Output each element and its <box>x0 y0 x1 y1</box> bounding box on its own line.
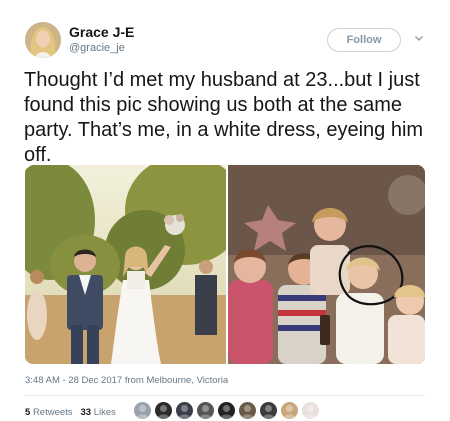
tweet-stats: 5 Retweets 33 Likes <box>25 407 116 418</box>
liker-avatar-icon[interactable] <box>260 402 277 419</box>
liker-avatar-icon[interactable] <box>197 402 214 419</box>
tweet-location[interactable]: Melbourne, Victoria <box>146 375 228 386</box>
liker-avatars <box>134 402 323 420</box>
tweet-timestamp[interactable]: 3:48 AM - 28 Dec 2017 <box>25 375 122 386</box>
meta-from-label: from <box>124 375 144 386</box>
retweets-stat[interactable]: 5 Retweets <box>25 407 73 418</box>
liker-avatar-icon[interactable] <box>302 402 319 419</box>
liker-avatar-icon[interactable] <box>239 402 256 419</box>
tweet-meta: 3:48 AM - 28 Dec 2017 from Melbourne, Vi… <box>25 375 228 386</box>
chevron-down-icon[interactable] <box>414 33 424 43</box>
liker-avatar-icon[interactable] <box>155 402 172 419</box>
liker-avatar-icon[interactable] <box>134 402 151 419</box>
tweet-text: Thought I’d met my husband at 23...but I… <box>24 69 424 166</box>
likes-stat[interactable]: 33 Likes <box>80 407 115 418</box>
user-handle[interactable]: @gracie_je <box>69 42 125 54</box>
divider <box>25 395 425 396</box>
liker-avatar-icon[interactable] <box>281 402 298 419</box>
tweet-photo-childhood[interactable] <box>228 165 425 364</box>
liker-avatar-icon[interactable] <box>218 402 235 419</box>
tweet-photo-wedding[interactable] <box>25 165 226 364</box>
tweet: Grace J-E @gracie_je Follow Thought I’d … <box>0 0 450 421</box>
liker-avatar-icon[interactable] <box>176 402 193 419</box>
follow-button[interactable]: Follow <box>327 28 401 52</box>
user-name[interactable]: Grace J-E <box>69 24 134 40</box>
user-avatar[interactable] <box>25 22 61 58</box>
